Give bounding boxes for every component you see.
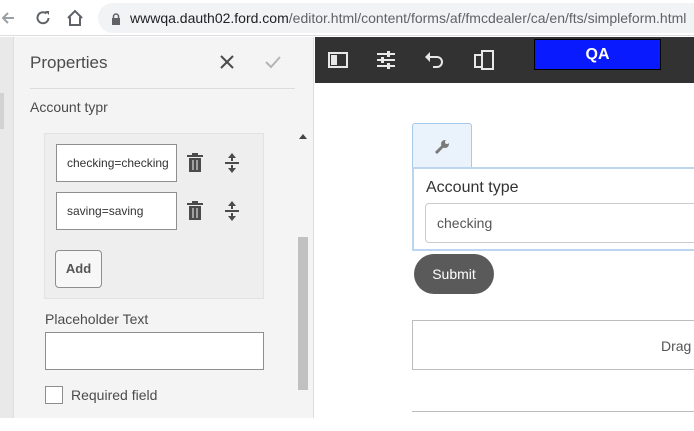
- url-host: wwwqa.dauth02.ford.com: [130, 10, 289, 26]
- side-rail-tab[interactable]: [0, 93, 4, 129]
- properties-scroll-area: checking=checking saving=saving Add Plac…: [30, 129, 310, 418]
- drop-zone[interactable]: Drag: [412, 320, 694, 370]
- address-bar[interactable]: wwwqa.dauth02.ford.com/editor.html/conte…: [98, 3, 694, 33]
- side-rail: [0, 37, 14, 418]
- undo-icon[interactable]: [423, 49, 445, 71]
- placeholder-label: Placeholder Text: [45, 311, 149, 327]
- divider: [30, 88, 295, 89]
- placeholder-input[interactable]: [45, 332, 264, 370]
- scroll-up-arrow-icon[interactable]: [299, 134, 307, 139]
- panel-toggle-icon[interactable]: [327, 49, 349, 71]
- editor-canvas: Account type checking Submit Drag: [315, 83, 694, 418]
- url-path: /editor.html/content/forms/af/fmcdealer/…: [288, 10, 687, 26]
- drop-zone-text: Drag: [661, 338, 692, 354]
- required-checkbox[interactable]: [45, 386, 63, 404]
- reload-icon[interactable]: [31, 6, 55, 30]
- reorder-icon[interactable]: [222, 152, 242, 174]
- home-icon[interactable]: [63, 6, 87, 30]
- add-option-button[interactable]: Add: [55, 250, 102, 288]
- field-name-label: Account typr: [30, 99, 108, 115]
- editor-toolbar: QA: [315, 37, 694, 83]
- selected-field[interactable]: Account type checking: [412, 167, 694, 251]
- option-input[interactable]: checking=checking: [56, 144, 177, 182]
- scrollbar[interactable]: [296, 129, 310, 418]
- trash-icon[interactable]: [185, 152, 205, 174]
- checkmark-icon[interactable]: [262, 51, 284, 73]
- trash-icon[interactable]: [185, 200, 205, 222]
- required-label: Required field: [71, 387, 158, 403]
- emulator-icon[interactable]: [473, 49, 495, 71]
- account-type-select[interactable]: checking: [425, 203, 694, 243]
- option-input[interactable]: saving=saving: [56, 192, 177, 230]
- reorder-icon[interactable]: [222, 200, 242, 222]
- environment-badge: QA: [534, 39, 661, 70]
- submit-button[interactable]: Submit: [414, 254, 494, 294]
- configure-tab[interactable]: [412, 123, 472, 167]
- drop-zone-secondary[interactable]: [412, 411, 694, 431]
- settings-sliders-icon[interactable]: [375, 49, 397, 71]
- browser-toolbar: wwwqa.dauth02.ford.com/editor.html/conte…: [0, 0, 694, 36]
- field-label: Account type: [426, 179, 519, 196]
- close-icon[interactable]: [216, 51, 238, 73]
- options-list: checking=checking saving=saving Add: [44, 133, 264, 299]
- back-icon[interactable]: [0, 6, 20, 30]
- properties-panel: Properties Account typr checking=checkin…: [14, 37, 314, 418]
- lock-icon: [111, 12, 121, 30]
- wrench-icon: [433, 138, 451, 161]
- url-text: wwwqa.dauth02.ford.com/editor.html/conte…: [130, 10, 686, 26]
- properties-title: Properties: [30, 53, 108, 72]
- scroll-thumb[interactable]: [298, 237, 308, 390]
